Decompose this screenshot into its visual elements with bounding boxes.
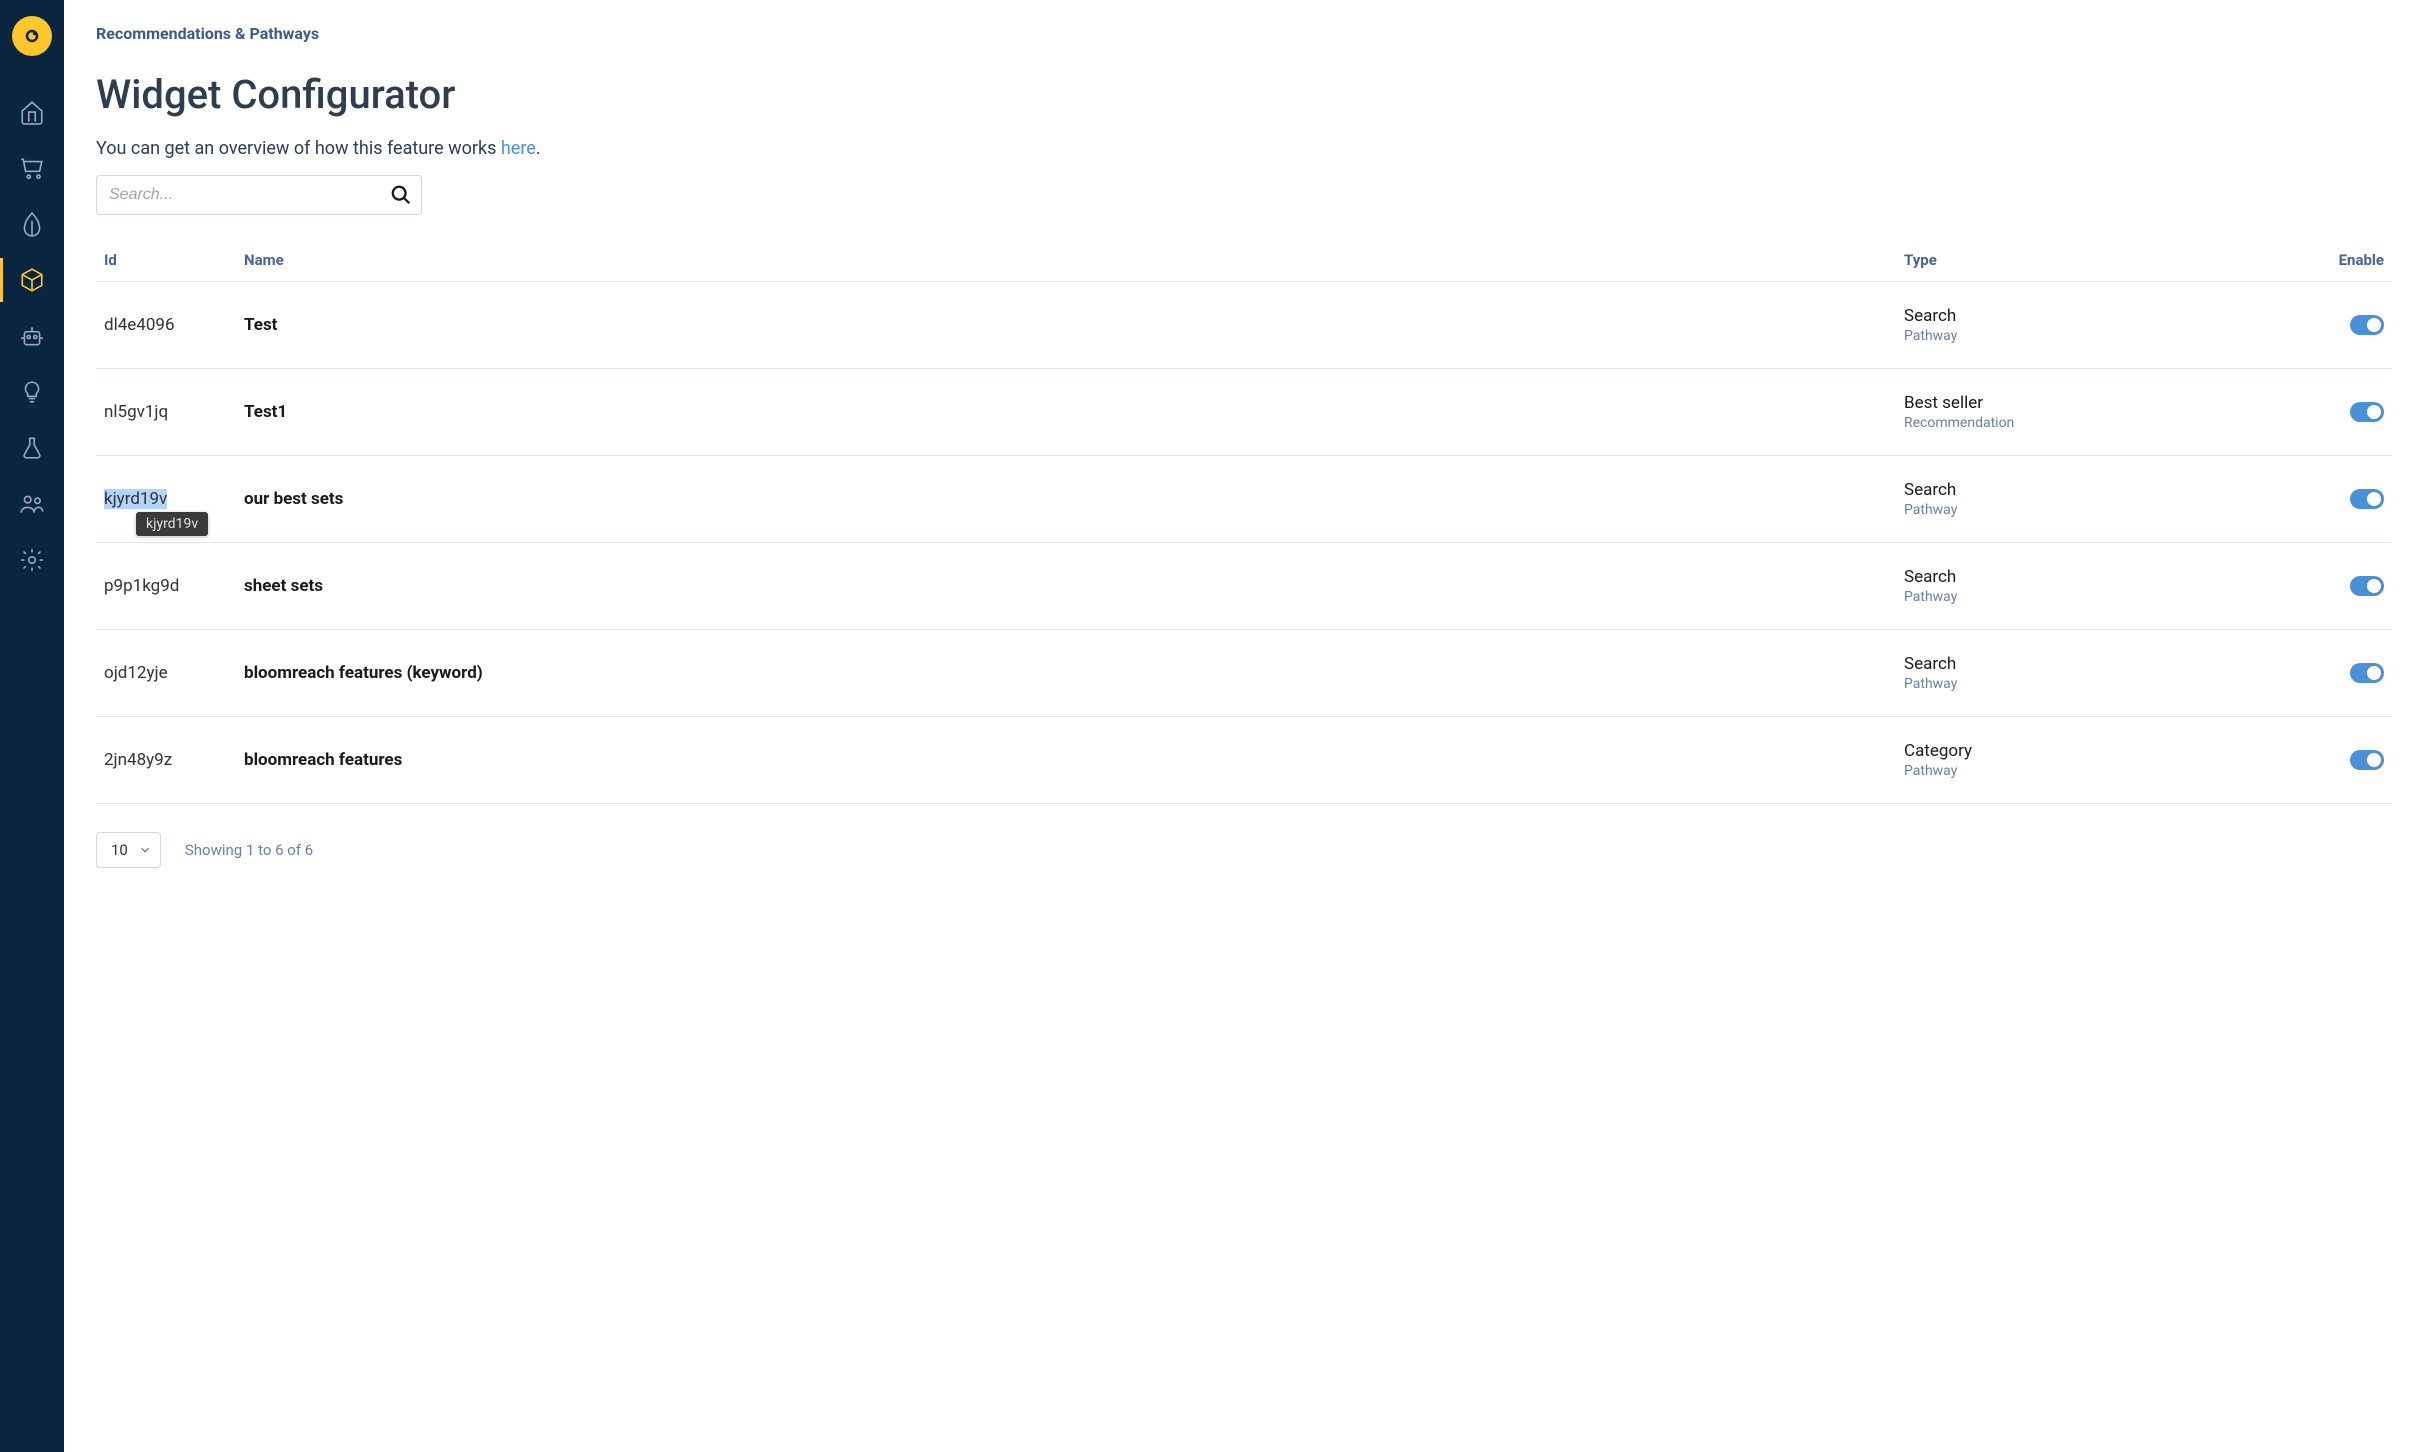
table-footer: 10 Showing 1 to 6 of 6 (96, 832, 2392, 868)
main-content: Recommendations & Pathways Widget Config… (64, 0, 2424, 1452)
cell-type: Search Pathway (1904, 567, 2334, 605)
enable-toggle[interactable] (2350, 663, 2384, 683)
bulb-icon (19, 379, 45, 405)
th-name[interactable]: Name (244, 251, 1904, 269)
overview-link[interactable]: here (501, 138, 536, 159)
cell-id[interactable]: dl4e4096 (104, 315, 244, 335)
sidebar (0, 0, 64, 1452)
type-sub: Recommendation (1904, 415, 2334, 431)
nav-cart[interactable] (0, 140, 64, 196)
id-tooltip: kjyrd19v (136, 512, 208, 536)
breadcrumb[interactable]: Recommendations & Pathways (96, 24, 2392, 43)
cube-icon (19, 267, 45, 293)
nav-bulb[interactable] (0, 364, 64, 420)
cell-id[interactable]: ojd12yje (104, 663, 244, 683)
th-type[interactable]: Type (1904, 251, 2334, 269)
type-sub: Pathway (1904, 502, 2334, 518)
logo[interactable] (12, 16, 52, 56)
nav-people[interactable] (0, 476, 64, 532)
type-main: Search (1904, 654, 2334, 674)
type-sub: Pathway (1904, 676, 2334, 692)
table-row[interactable]: nl5gv1jqTest1Best seller Recommendation (96, 369, 2392, 456)
enable-toggle[interactable] (2350, 750, 2384, 770)
cell-id[interactable]: nl5gv1jq (104, 402, 244, 422)
table-row[interactable]: p9p1kg9dsheet setsSearch Pathway (96, 543, 2392, 630)
widgets-table: Id Name Type Enable dl4e4096TestSearchPa… (96, 251, 2392, 804)
cell-type: Best seller Recommendation (1904, 393, 2334, 431)
type-sub: Pathway (1904, 328, 2334, 344)
enable-toggle[interactable] (2350, 315, 2384, 335)
nav-leaf[interactable] (0, 196, 64, 252)
th-id[interactable]: Id (104, 251, 244, 269)
logo-icon (22, 26, 42, 46)
nav-robot[interactable] (0, 308, 64, 364)
nav-home[interactable] (0, 84, 64, 140)
type-main: Search (1904, 567, 2334, 587)
cell-type: Search Pathway (1904, 654, 2334, 692)
pagination-showing: Showing 1 to 6 of 6 (185, 841, 313, 859)
cart-icon (19, 155, 45, 181)
robot-icon (19, 323, 45, 349)
gear-icon (19, 547, 45, 573)
cell-type: Search Pathway (1904, 480, 2334, 518)
cell-enable (2334, 576, 2384, 596)
cell-enable (2334, 663, 2384, 683)
table-row[interactable]: ojd12yjebloomreach features (keyword)Sea… (96, 630, 2392, 717)
type-sub: Pathway (1904, 589, 2334, 605)
cell-id[interactable]: 2jn48y9z (104, 750, 244, 770)
home-icon (19, 99, 45, 125)
cell-enable (2334, 402, 2384, 422)
cell-name[interactable]: bloomreach features (244, 750, 1904, 770)
type-sub: Pathway (1904, 763, 2334, 779)
cell-name[interactable]: our best sets (244, 489, 1904, 509)
people-icon (19, 491, 45, 517)
search-input[interactable] (96, 175, 422, 215)
type-main: Best seller (1904, 393, 2334, 413)
nav-cube[interactable] (0, 252, 64, 308)
cell-enable (2334, 315, 2384, 335)
nav-gear[interactable] (0, 532, 64, 588)
leaf-icon (19, 211, 45, 237)
enable-toggle[interactable] (2350, 402, 2384, 422)
cell-enable (2334, 489, 2384, 509)
page-title: Widget Configurator (96, 71, 2392, 118)
flask-icon (19, 435, 45, 461)
cell-type: Category Pathway (1904, 741, 2334, 779)
th-enable[interactable]: Enable (2334, 251, 2384, 269)
type-main: Search (1904, 306, 2334, 326)
search-icon[interactable] (390, 184, 412, 206)
type-main: Category (1904, 741, 2334, 761)
cell-id[interactable]: p9p1kg9d (104, 576, 244, 596)
cell-enable (2334, 750, 2384, 770)
enable-toggle[interactable] (2350, 489, 2384, 509)
cell-type: Search Pathway (1904, 306, 2334, 344)
cell-id[interactable]: kjyrd19v (104, 489, 244, 509)
table-row[interactable]: 2jn48y9zbloomreach featuresCategory Pathw… (96, 717, 2392, 804)
cell-name[interactable]: Test1 (244, 402, 1904, 422)
overview-text: You can get an overview of how this feat… (96, 138, 2392, 159)
nav-flask[interactable] (0, 420, 64, 476)
enable-toggle[interactable] (2350, 576, 2384, 596)
cell-name[interactable]: Test (244, 315, 1904, 335)
table-row[interactable]: dl4e4096TestSearch Pathway (96, 282, 2392, 369)
cell-name[interactable]: sheet sets (244, 576, 1904, 596)
page-size-select[interactable]: 10 (96, 832, 161, 868)
search-wrap (96, 175, 422, 215)
chevron-down-icon (138, 843, 152, 857)
table-row[interactable]: kjyrd19vour best setsSearchPathwaykjyrd1… (96, 456, 2392, 543)
type-main: Search (1904, 480, 2334, 500)
cell-name[interactable]: bloomreach features (keyword) (244, 663, 1904, 683)
table-header: Id Name Type Enable (96, 251, 2392, 282)
